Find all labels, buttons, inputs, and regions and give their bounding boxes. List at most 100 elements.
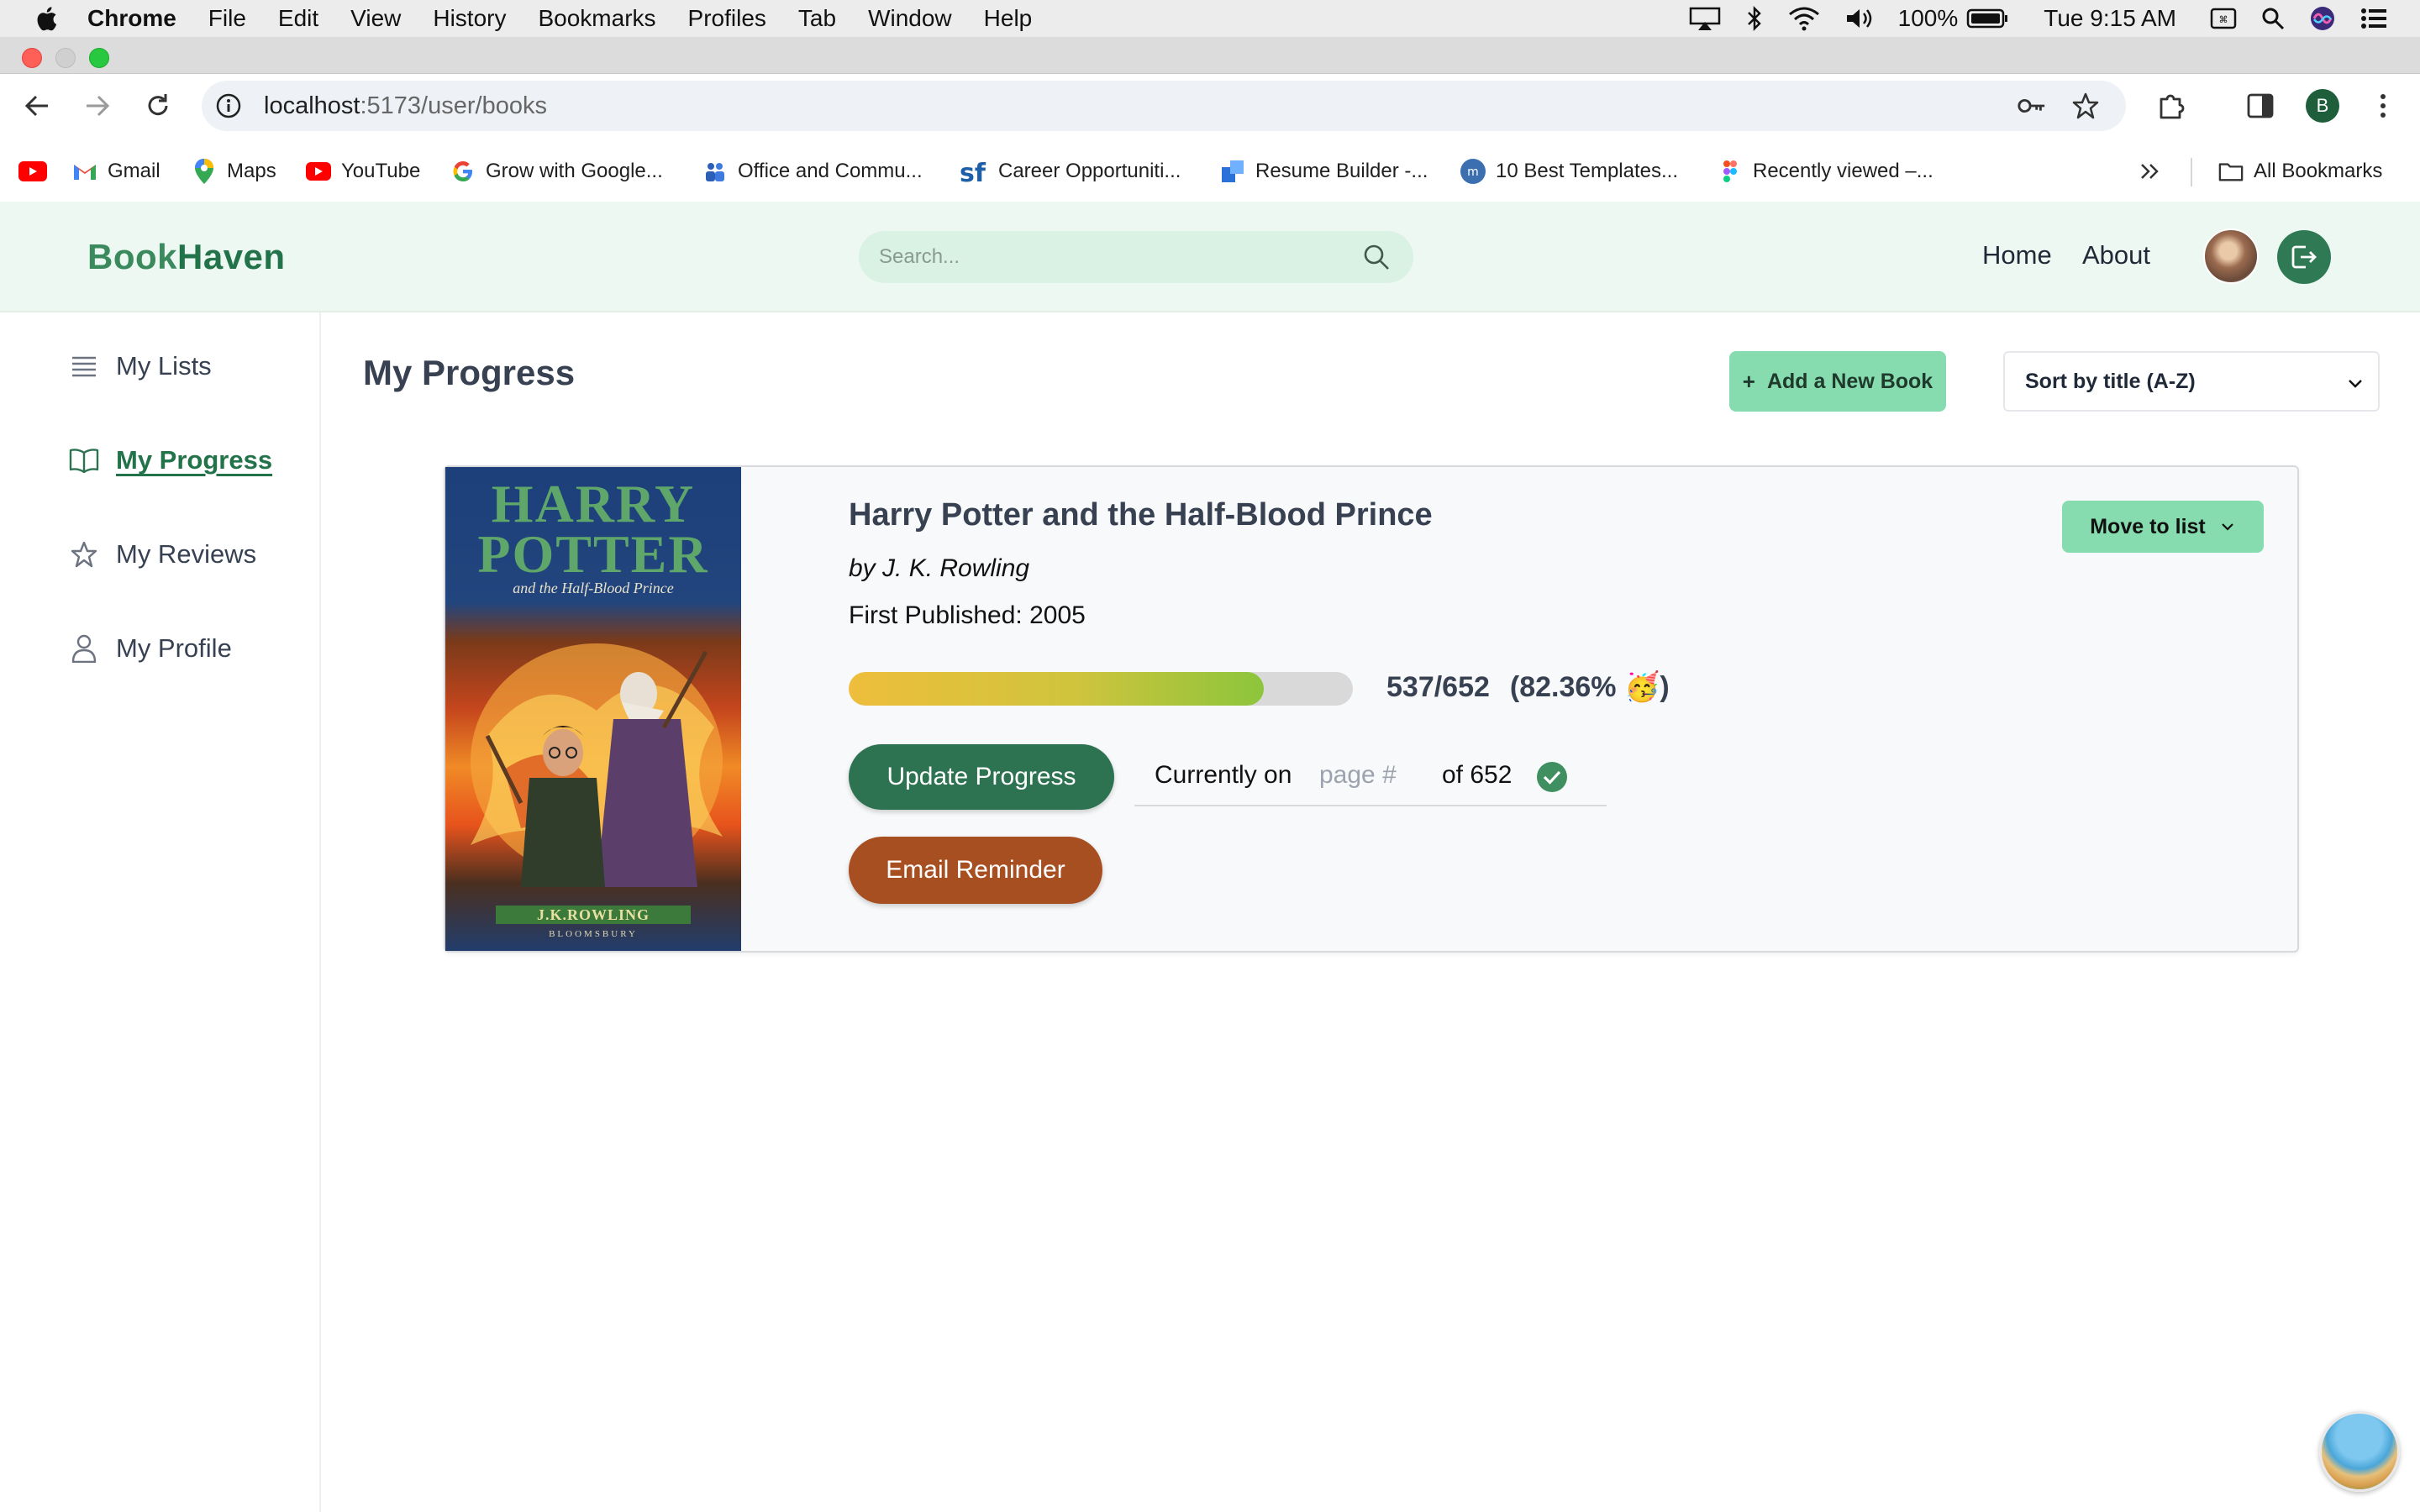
of-total-pages: of 652	[1442, 761, 1512, 789]
maps-icon	[192, 159, 217, 184]
keyboard-input-icon[interactable]: ⌘	[2210, 7, 2237, 30]
chevron-down-icon	[2221, 523, 2233, 531]
spotlight-search-icon[interactable]	[2260, 6, 2286, 31]
window-titlebar	[0, 37, 2420, 74]
siri-icon[interactable]	[2309, 5, 2336, 32]
forward-button[interactable]	[81, 89, 114, 123]
bookmark-maps[interactable]: Maps	[192, 156, 276, 186]
logout-icon	[2291, 245, 2317, 269]
logo-haven: Haven	[177, 237, 286, 276]
bookmark-templates[interactable]: m 10 Best Templates...	[1460, 156, 1678, 186]
menu-profiles[interactable]: Profiles	[688, 5, 766, 32]
menu-bookmarks[interactable]: Bookmarks	[538, 5, 655, 32]
menu-help[interactable]: Help	[984, 5, 1033, 32]
nav-about-link[interactable]: About	[2082, 240, 2150, 270]
bookmark-youtube[interactable]: YouTube	[306, 156, 420, 186]
add-new-book-button[interactable]: + Add a New Book	[1729, 351, 1946, 412]
open-book-icon	[69, 445, 99, 475]
progress-percent: (82.36% 🥳)	[1509, 671, 1670, 703]
control-center-icon[interactable]	[2360, 7, 2388, 30]
menubar-clock[interactable]: Tue 9:15 AM	[2044, 5, 2176, 32]
user-icon	[69, 633, 99, 664]
bookmark-label: YouTube	[341, 160, 421, 182]
cover-subtitle: and the Half-Blood Prince	[513, 580, 674, 596]
menu-view[interactable]: View	[350, 5, 401, 32]
chrome-profile-avatar[interactable]: B	[2306, 89, 2339, 123]
check-circle-icon[interactable]	[1536, 761, 1568, 793]
sort-select[interactable]: Sort by title (A-Z)	[2003, 351, 2380, 412]
star-icon	[69, 539, 99, 570]
floating-widget-icon[interactable]	[2319, 1411, 2400, 1492]
address-url[interactable]: localhost:5173/user/books	[264, 89, 547, 123]
sidebar-item-my-lists[interactable]: My Lists	[69, 348, 212, 385]
password-key-icon[interactable]	[2017, 91, 2047, 121]
bookmark-gmail[interactable]: Gmail	[72, 156, 160, 186]
bookmark-career[interactable]: sf Career Opportuniti...	[960, 156, 1181, 186]
back-button[interactable]	[20, 89, 54, 123]
menu-file[interactable]: File	[208, 5, 246, 32]
menu-tab[interactable]: Tab	[798, 5, 836, 32]
office-icon	[702, 159, 728, 184]
bookmark-youtube-red[interactable]	[18, 156, 47, 186]
menu-edit[interactable]: Edit	[278, 5, 318, 32]
bookmarks-overflow-chevron-icon[interactable]	[2139, 156, 2161, 186]
update-progress-button[interactable]: Update Progress	[849, 744, 1114, 810]
window-zoom-button[interactable]	[89, 48, 109, 68]
window-minimize-button[interactable]	[55, 48, 76, 68]
book-first-published: First Published: 2005	[849, 601, 1086, 629]
page-number-input[interactable]	[1319, 756, 1420, 795]
url-path: :5173/user/books	[360, 92, 547, 119]
gmail-icon	[72, 159, 97, 184]
volume-icon[interactable]	[1844, 6, 1875, 31]
book-cover-image[interactable]: HARRY POTTER and the Half-Blood Prince J…	[445, 467, 741, 951]
side-panel-icon[interactable]	[2245, 91, 2275, 121]
reading-progress-fill	[849, 672, 1265, 706]
sidebar-item-my-profile[interactable]: My Profile	[69, 630, 232, 667]
menu-window[interactable]: Window	[868, 5, 952, 32]
bookmark-label: Career Opportuniti...	[998, 160, 1181, 182]
search-icon[interactable]	[1361, 242, 1392, 272]
book-title[interactable]: Harry Potter and the Half-Blood Prince	[849, 497, 1433, 533]
battery-icon[interactable]	[1966, 8, 2008, 29]
extensions-puzzle-icon[interactable]	[2156, 91, 2186, 121]
apple-logo-icon[interactable]	[35, 6, 57, 31]
bookmark-resume[interactable]: Resume Builder -...	[1220, 156, 1428, 186]
wifi-icon[interactable]	[1787, 6, 1821, 31]
nav-home-link[interactable]: Home	[1982, 240, 2052, 270]
menu-history[interactable]: History	[433, 5, 506, 32]
menu-app-chrome[interactable]: Chrome	[87, 5, 176, 32]
bookhaven-logo[interactable]: BookHaven	[87, 237, 286, 277]
bookmark-all-bookmarks[interactable]: All Bookmarks	[2218, 156, 2382, 186]
bookmark-label: Gmail	[108, 160, 160, 182]
sidebar-item-my-reviews[interactable]: My Reviews	[69, 536, 256, 573]
url-host: localhost	[264, 92, 360, 119]
book-author: by J. K. Rowling	[849, 554, 1030, 582]
bookmark-star-icon[interactable]	[2070, 91, 2101, 121]
airplay-icon[interactable]	[1688, 6, 1722, 31]
bookmark-grow-with-google[interactable]: Grow with Google...	[450, 156, 663, 186]
youtube-icon	[306, 162, 331, 181]
reading-progress-bar	[849, 672, 1353, 706]
bookmark-label: Office and Commu...	[738, 160, 923, 182]
reload-button[interactable]	[141, 89, 175, 123]
bookmark-label: All Bookmarks	[2254, 160, 2383, 182]
search-input[interactable]	[879, 239, 1349, 275]
cover-title-line: HARRY	[491, 474, 696, 533]
move-to-list-button[interactable]: Move to list	[2062, 501, 2264, 553]
chrome-menu-kebab-icon[interactable]	[2368, 91, 2398, 121]
svg-text:sf: sf	[960, 159, 986, 185]
bluetooth-icon[interactable]	[1745, 5, 1764, 32]
window-close-button[interactable]	[22, 48, 42, 68]
sidebar-item-my-progress[interactable]: My Progress	[69, 442, 272, 479]
site-info-icon[interactable]	[215, 92, 242, 119]
reload-icon	[148, 94, 168, 116]
cover-title: HARRY POTTER	[445, 474, 741, 581]
move-to-list-label: Move to list	[2090, 514, 2206, 538]
sidebar-item-label: My Profile	[116, 633, 232, 663]
logout-button[interactable]	[2277, 230, 2331, 284]
user-avatar[interactable]	[2203, 228, 2259, 284]
email-reminder-button[interactable]: Email Reminder	[849, 837, 1102, 904]
bookmark-figma[interactable]: Recently viewed –...	[1718, 156, 1933, 186]
bookmark-office[interactable]: Office and Commu...	[702, 156, 923, 186]
bookmark-label: Recently viewed –...	[1753, 160, 1933, 182]
